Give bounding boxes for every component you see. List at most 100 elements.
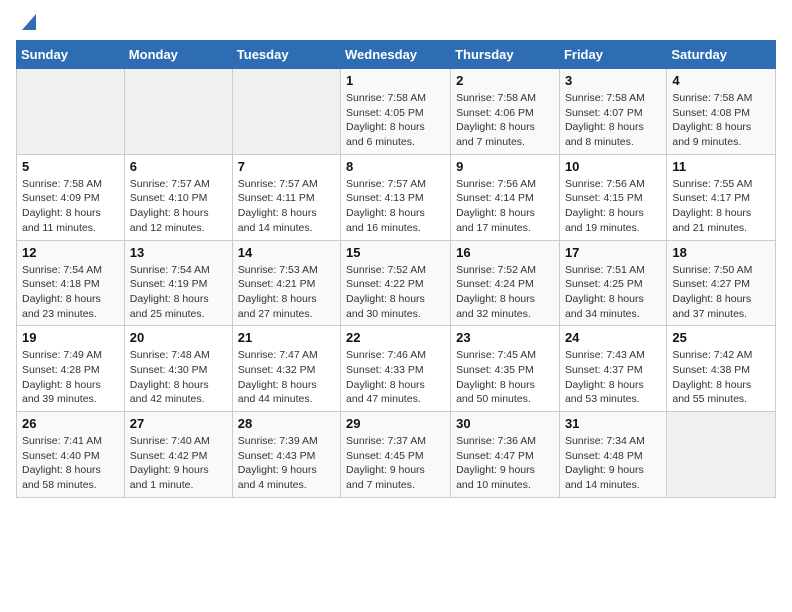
weekday-header-friday: Friday	[559, 41, 666, 69]
weekday-header-monday: Monday	[124, 41, 232, 69]
calendar-cell: 2 Sunrise: 7:58 AM Sunset: 4:06 PM Daylig…	[451, 69, 560, 155]
day-info: Sunrise: 7:57 AM Sunset: 4:13 PM Dayligh…	[346, 177, 445, 236]
day-info: Sunrise: 7:58 AM Sunset: 4:07 PM Dayligh…	[565, 91, 661, 150]
day-number: 8	[346, 159, 445, 174]
day-info: Sunrise: 7:51 AM Sunset: 4:25 PM Dayligh…	[565, 263, 661, 322]
calendar-cell: 17 Sunrise: 7:51 AM Sunset: 4:25 PM Dayli…	[559, 240, 666, 326]
day-number: 21	[238, 330, 335, 345]
day-info: Sunrise: 7:58 AM Sunset: 4:08 PM Dayligh…	[672, 91, 770, 150]
calendar-cell: 3 Sunrise: 7:58 AM Sunset: 4:07 PM Daylig…	[559, 69, 666, 155]
day-info: Sunrise: 7:43 AM Sunset: 4:37 PM Dayligh…	[565, 348, 661, 407]
day-info: Sunrise: 7:58 AM Sunset: 4:09 PM Dayligh…	[22, 177, 119, 236]
day-number: 16	[456, 245, 554, 260]
day-info: Sunrise: 7:54 AM Sunset: 4:18 PM Dayligh…	[22, 263, 119, 322]
day-number: 19	[22, 330, 119, 345]
calendar-cell	[232, 69, 340, 155]
calendar-cell: 6 Sunrise: 7:57 AM Sunset: 4:10 PM Daylig…	[124, 154, 232, 240]
calendar-cell: 19Sunrise: 7:49 AM Sunset: 4:28 PM Dayli…	[17, 326, 125, 412]
day-number: 3	[565, 73, 661, 88]
day-number: 9	[456, 159, 554, 174]
day-info: Sunrise: 7:53 AM Sunset: 4:21 PM Dayligh…	[238, 263, 335, 322]
calendar-cell: 20 Sunrise: 7:48 AM Sunset: 4:30 PM Dayli…	[124, 326, 232, 412]
calendar-cell: 18Sunrise: 7:50 AM Sunset: 4:27 PM Dayli…	[667, 240, 776, 326]
day-info: Sunrise: 7:57 AM Sunset: 4:11 PM Dayligh…	[238, 177, 335, 236]
logo-triangle-icon	[18, 14, 36, 32]
day-info: Sunrise: 7:48 AM Sunset: 4:30 PM Dayligh…	[130, 348, 227, 407]
day-number: 12	[22, 245, 119, 260]
weekday-header-tuesday: Tuesday	[232, 41, 340, 69]
calendar-cell: 13Sunrise: 7:54 AM Sunset: 4:19 PM Dayli…	[124, 240, 232, 326]
day-info: Sunrise: 7:46 AM Sunset: 4:33 PM Dayligh…	[346, 348, 445, 407]
day-number: 25	[672, 330, 770, 345]
weekday-header-thursday: Thursday	[451, 41, 560, 69]
day-number: 13	[130, 245, 227, 260]
calendar-table: SundayMondayTuesdayWednesdayThursdayFrid…	[16, 40, 776, 498]
day-number: 10	[565, 159, 661, 174]
day-info: Sunrise: 7:52 AM Sunset: 4:22 PM Dayligh…	[346, 263, 445, 322]
calendar-header: SundayMondayTuesdayWednesdayThursdayFrid…	[17, 41, 776, 69]
day-info: Sunrise: 7:34 AM Sunset: 4:48 PM Dayligh…	[565, 434, 661, 493]
calendar-cell: 29 Sunrise: 7:37 AM Sunset: 4:45 PM Dayli…	[341, 412, 451, 498]
day-info: Sunrise: 7:47 AM Sunset: 4:32 PM Dayligh…	[238, 348, 335, 407]
calendar-cell	[124, 69, 232, 155]
day-number: 6	[130, 159, 227, 174]
day-number: 4	[672, 73, 770, 88]
calendar-cell: 23 Sunrise: 7:45 AM Sunset: 4:35 PM Dayli…	[451, 326, 560, 412]
day-info: Sunrise: 7:40 AM Sunset: 4:42 PM Dayligh…	[130, 434, 227, 493]
weekday-header-sunday: Sunday	[17, 41, 125, 69]
day-number: 2	[456, 73, 554, 88]
weekday-header-saturday: Saturday	[667, 41, 776, 69]
day-number: 27	[130, 416, 227, 431]
day-number: 24	[565, 330, 661, 345]
day-number: 17	[565, 245, 661, 260]
day-number: 30	[456, 416, 554, 431]
day-info: Sunrise: 7:41 AM Sunset: 4:40 PM Dayligh…	[22, 434, 119, 493]
calendar-cell: 12 Sunrise: 7:54 AM Sunset: 4:18 PM Dayli…	[17, 240, 125, 326]
weekday-header-row: SundayMondayTuesdayWednesdayThursdayFrid…	[17, 41, 776, 69]
day-info: Sunrise: 7:58 AM Sunset: 4:05 PM Dayligh…	[346, 91, 445, 150]
calendar-cell: 27 Sunrise: 7:40 AM Sunset: 4:42 PM Dayli…	[124, 412, 232, 498]
calendar-cell: 26 Sunrise: 7:41 AM Sunset: 4:40 PM Dayli…	[17, 412, 125, 498]
calendar-cell	[17, 69, 125, 155]
calendar-cell: 22 Sunrise: 7:46 AM Sunset: 4:33 PM Dayli…	[341, 326, 451, 412]
day-number: 7	[238, 159, 335, 174]
calendar-week-row: 5 Sunrise: 7:58 AM Sunset: 4:09 PM Daylig…	[17, 154, 776, 240]
day-number: 29	[346, 416, 445, 431]
day-number: 22	[346, 330, 445, 345]
day-number: 11	[672, 159, 770, 174]
calendar-cell: 30Sunrise: 7:36 AM Sunset: 4:47 PM Dayli…	[451, 412, 560, 498]
page-header	[16, 16, 776, 32]
calendar-cell: 9 Sunrise: 7:56 AM Sunset: 4:14 PM Daylig…	[451, 154, 560, 240]
calendar-cell: 24 Sunrise: 7:43 AM Sunset: 4:37 PM Dayli…	[559, 326, 666, 412]
calendar-cell: 5 Sunrise: 7:58 AM Sunset: 4:09 PM Daylig…	[17, 154, 125, 240]
day-info: Sunrise: 7:39 AM Sunset: 4:43 PM Dayligh…	[238, 434, 335, 493]
calendar-cell: 25Sunrise: 7:42 AM Sunset: 4:38 PM Dayli…	[667, 326, 776, 412]
calendar-cell: 15 Sunrise: 7:52 AM Sunset: 4:22 PM Dayli…	[341, 240, 451, 326]
day-number: 31	[565, 416, 661, 431]
day-number: 14	[238, 245, 335, 260]
day-info: Sunrise: 7:56 AM Sunset: 4:14 PM Dayligh…	[456, 177, 554, 236]
day-number: 15	[346, 245, 445, 260]
day-number: 20	[130, 330, 227, 345]
calendar-cell: 11Sunrise: 7:55 AM Sunset: 4:17 PM Dayli…	[667, 154, 776, 240]
calendar-cell: 21 Sunrise: 7:47 AM Sunset: 4:32 PM Dayli…	[232, 326, 340, 412]
logo	[16, 16, 36, 32]
day-number: 26	[22, 416, 119, 431]
weekday-header-wednesday: Wednesday	[341, 41, 451, 69]
calendar-cell: 31 Sunrise: 7:34 AM Sunset: 4:48 PM Dayli…	[559, 412, 666, 498]
day-info: Sunrise: 7:56 AM Sunset: 4:15 PM Dayligh…	[565, 177, 661, 236]
day-number: 5	[22, 159, 119, 174]
day-info: Sunrise: 7:45 AM Sunset: 4:35 PM Dayligh…	[456, 348, 554, 407]
day-number: 28	[238, 416, 335, 431]
calendar-cell: 4 Sunrise: 7:58 AM Sunset: 4:08 PM Daylig…	[667, 69, 776, 155]
day-info: Sunrise: 7:57 AM Sunset: 4:10 PM Dayligh…	[130, 177, 227, 236]
calendar-cell: 8 Sunrise: 7:57 AM Sunset: 4:13 PM Daylig…	[341, 154, 451, 240]
calendar-week-row: 19Sunrise: 7:49 AM Sunset: 4:28 PM Dayli…	[17, 326, 776, 412]
day-number: 23	[456, 330, 554, 345]
day-info: Sunrise: 7:58 AM Sunset: 4:06 PM Dayligh…	[456, 91, 554, 150]
day-info: Sunrise: 7:37 AM Sunset: 4:45 PM Dayligh…	[346, 434, 445, 493]
day-number: 18	[672, 245, 770, 260]
calendar-body: 1 Sunrise: 7:58 AM Sunset: 4:05 PM Daylig…	[17, 69, 776, 498]
day-number: 1	[346, 73, 445, 88]
calendar-cell: 1 Sunrise: 7:58 AM Sunset: 4:05 PM Daylig…	[341, 69, 451, 155]
